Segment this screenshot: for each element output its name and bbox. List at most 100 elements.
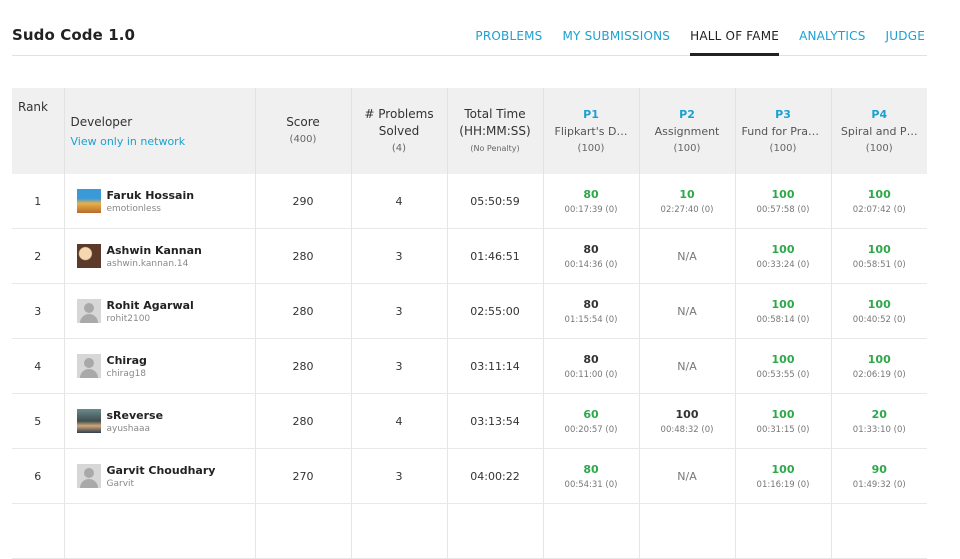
developer-name[interactable]: sReverse [107, 409, 164, 422]
nav-analytics[interactable]: ANALYTICS [799, 29, 865, 53]
leaderboard-body: 1 Faruk Hossain emotionless 290 4 05:50:59… [12, 174, 927, 559]
solved-cell: 4 [351, 174, 448, 229]
score-header-max: (400) [289, 134, 317, 145]
problem-time: 00:14:36 (0) [564, 259, 618, 270]
problem-cell[interactable]: 100 00:53:55 (0) [735, 338, 832, 394]
problem-na: N/A [677, 304, 697, 318]
problem-cell[interactable]: 100 00:57:58 (0) [735, 174, 832, 229]
developer-name[interactable]: Ashwin Kannan [107, 244, 202, 257]
problem-cell[interactable]: 80 01:15:54 (0) [543, 283, 640, 339]
problem-cell[interactable]: 90 01:49:32 (0) [831, 448, 927, 504]
problem-name: Spiral and P… [840, 124, 918, 138]
problem-time: 01:16:19 (0) [756, 479, 810, 490]
table-row: 5 sReverse ayushaaa 280 4 03:13:54 60 00:2… [12, 393, 927, 449]
problems-solved-header[interactable]: # Problems Solved (4) [351, 88, 448, 174]
problem-time: 00:40:52 (0) [852, 314, 906, 325]
problem-cell[interactable]: 100 02:07:42 (0) [831, 174, 927, 229]
developer-username: rohit2100 [106, 313, 151, 324]
problem-cell[interactable]: 100 00:48:32 (0) [639, 393, 736, 449]
rank-cell: 5 [12, 393, 65, 449]
score-cell: 290 [255, 174, 352, 229]
avatar[interactable] [76, 299, 101, 323]
table-cell [735, 503, 832, 559]
problem-score: 100 [867, 352, 891, 366]
problem-score: 10 [679, 187, 695, 201]
time-cell: 05:50:59 [447, 174, 544, 229]
table-cell [351, 503, 448, 559]
developer-username: ashwin.kannan.14 [106, 258, 189, 269]
problem-name: Flipkart's D… [554, 124, 628, 138]
table-row [12, 503, 927, 559]
problem-score: 20 [871, 407, 887, 421]
table-cell [12, 503, 65, 559]
score-header[interactable]: Score (400) [255, 88, 352, 174]
problem-cell[interactable]: 100 00:40:52 (0) [831, 283, 927, 339]
problem-header-p1[interactable]: P1 Flipkart's D… (100) [543, 88, 640, 174]
developer-name[interactable]: Chirag [107, 354, 147, 367]
avatar[interactable] [76, 244, 101, 268]
table-cell [543, 503, 640, 559]
problem-cell[interactable]: 100 00:58:51 (0) [831, 228, 927, 284]
problem-time: 00:31:15 (0) [756, 424, 810, 435]
problem-time: 02:27:40 (0) [660, 204, 714, 215]
table-row: 3 Rohit Agarwal rohit2100 280 3 02:55:00 8… [12, 283, 927, 339]
nav-problems[interactable]: PROBLEMS [475, 29, 542, 53]
developer-header-label: Developer [70, 114, 133, 129]
rank-header: Rank [12, 88, 65, 174]
problem-time: 01:49:32 (0) [852, 479, 906, 490]
score-cell: 280 [255, 338, 352, 394]
problem-cell[interactable]: 10 02:27:40 (0) [639, 174, 736, 229]
developer-name[interactable]: Rohit Agarwal [107, 299, 194, 312]
problem-time: 00:58:51 (0) [852, 259, 906, 270]
nav-my-submissions[interactable]: MY SUBMISSIONS [562, 29, 670, 53]
developer-username: chirag18 [106, 368, 147, 379]
rank-cell: 6 [12, 448, 65, 504]
problem-time: 00:20:57 (0) [564, 424, 618, 435]
solved-cell: 3 [351, 228, 448, 284]
view-network-link[interactable]: View only in network [71, 135, 249, 148]
problem-cell[interactable]: 100 00:33:24 (0) [735, 228, 832, 284]
problem-cell[interactable]: 80 00:11:00 (0) [543, 338, 640, 394]
problem-header-p2[interactable]: P2 Assignment (100) [639, 88, 736, 174]
rank-cell: 1 [12, 174, 65, 229]
score-cell: 280 [255, 393, 352, 449]
problem-cell[interactable]: 80 00:54:31 (0) [543, 448, 640, 504]
problem-cell[interactable]: 60 00:20:57 (0) [543, 393, 640, 449]
problem-score: 90 [871, 462, 887, 476]
developer-name[interactable]: Faruk Hossain [107, 189, 195, 202]
problem-score: 80 [583, 297, 599, 311]
solved-cell: 3 [351, 338, 448, 394]
problem-cell[interactable]: 80 00:17:39 (0) [543, 174, 640, 229]
problem-time: 00:58:14 (0) [756, 314, 810, 325]
solved-cell: 4 [351, 393, 448, 449]
developer-name[interactable]: Garvit Choudhary [107, 464, 216, 477]
table-row: 2 Ashwin Kannan ashwin.kannan.14 280 3 01:… [12, 228, 927, 284]
problem-cell[interactable]: 80 00:14:36 (0) [543, 228, 640, 284]
problem-score: 100 [867, 187, 891, 201]
problem-max: (100) [577, 142, 605, 154]
problem-time: 02:07:42 (0) [852, 204, 906, 215]
problem-cell[interactable]: 100 01:16:19 (0) [735, 448, 832, 504]
problem-max: (100) [865, 142, 893, 154]
avatar[interactable] [76, 189, 101, 213]
problem-cell[interactable]: 100 02:06:19 (0) [831, 338, 927, 394]
avatar[interactable] [76, 464, 101, 488]
problem-cell[interactable]: 100 00:58:14 (0) [735, 283, 832, 339]
developer-cell: Chirag chirag18 [64, 338, 256, 394]
solved-cell: 3 [351, 448, 448, 504]
nav-judge[interactable]: JUDGE [886, 29, 925, 53]
problem-header-p4[interactable]: P4 Spiral and P… (100) [831, 88, 927, 174]
avatar[interactable] [76, 354, 101, 378]
problem-cell[interactable]: 100 00:31:15 (0) [735, 393, 832, 449]
top-nav: PROBLEMS MY SUBMISSIONS HALL OF FAME ANA… [455, 29, 925, 56]
rank-cell: 4 [12, 338, 65, 394]
nav-hall-of-fame[interactable]: HALL OF FAME [690, 29, 780, 56]
total-time-header[interactable]: Total Time (HH:MM:SS) (No Penalty) [447, 88, 544, 174]
table-cell [255, 503, 352, 559]
problem-cell[interactable]: 20 01:33:10 (0) [831, 393, 927, 449]
problem-header-p3[interactable]: P3 Fund for Prayas (100) [735, 88, 832, 174]
developer-cell: Rohit Agarwal rohit2100 [64, 283, 256, 339]
problem-score: 100 [771, 352, 795, 366]
avatar[interactable] [76, 409, 101, 433]
problem-time: 00:48:32 (0) [660, 424, 714, 435]
